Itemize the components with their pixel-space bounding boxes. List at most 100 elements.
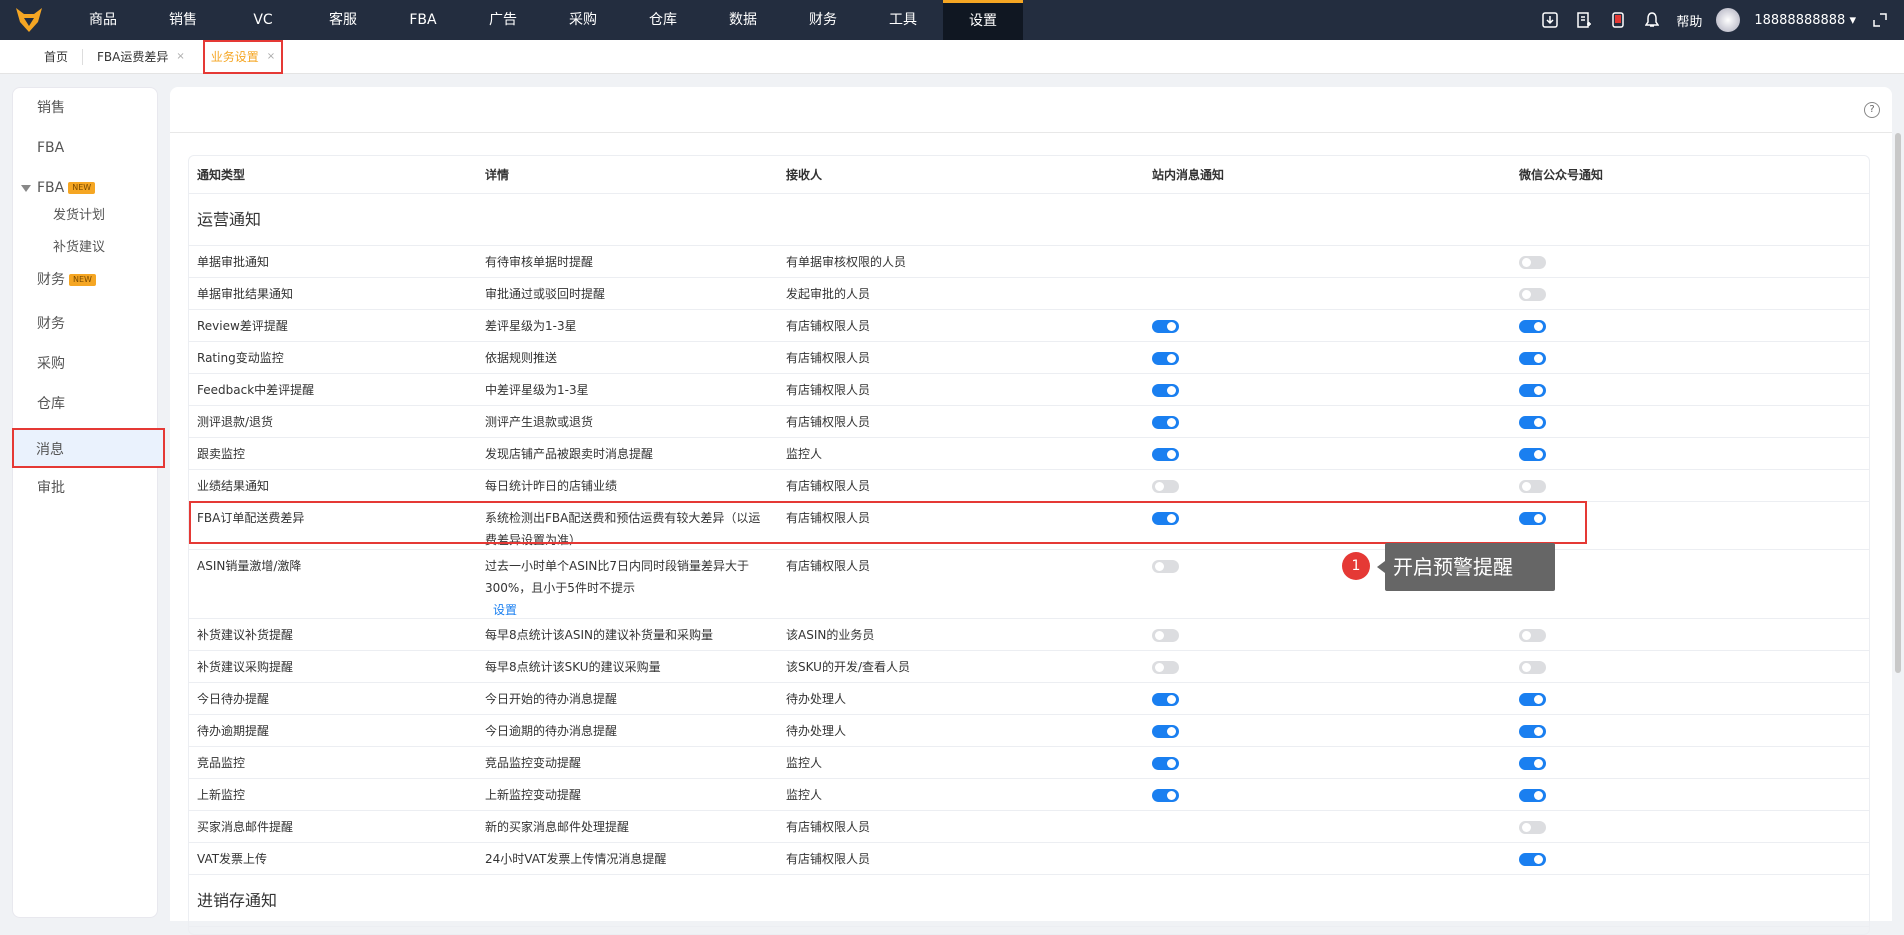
site-notification-toggle[interactable] (1152, 693, 1179, 706)
fox-logo-icon[interactable] (16, 8, 42, 32)
collapse-triangle-icon[interactable] (21, 185, 31, 192)
expand-icon[interactable] (1870, 10, 1890, 30)
detail-cell: 今日开始的待办消息提醒 (485, 688, 765, 710)
table-row: Feedback中差评提醒 中差评星级为1-3星 有店铺权限人员 (189, 374, 1869, 406)
site-notification-toggle[interactable] (1152, 320, 1179, 333)
main-menu: 商品 销售 VC 客服 FBA 广告 采购 仓库 数据 财务 工具 设置 (63, 0, 1023, 40)
detail-text: 今日开始的待办消息提醒 (485, 692, 618, 706)
site-notification-toggle[interactable] (1152, 560, 1179, 573)
table-row: 测评退款/退货 测评产生退款或退货 有店铺权限人员 (189, 406, 1869, 438)
nav-item[interactable]: 销售 (143, 0, 223, 40)
wechat-notification-toggle[interactable] (1519, 384, 1546, 397)
user-menu[interactable]: 18888888888 ▾ (1754, 13, 1856, 28)
site-notification-toggle[interactable] (1152, 512, 1179, 525)
sidebar-item[interactable]: 销售 (13, 88, 159, 128)
wechat-notification-toggle[interactable] (1519, 448, 1546, 461)
wechat-notification-toggle[interactable] (1519, 512, 1546, 525)
nav-item[interactable]: 设置 (943, 0, 1023, 40)
sidebar-item[interactable]: 财务 NEW (13, 264, 159, 296)
sidebar-item[interactable]: 采购 (13, 344, 159, 384)
close-icon[interactable]: × (176, 51, 184, 62)
wechat-notification-toggle[interactable] (1519, 789, 1546, 802)
scrollbar[interactable] (1895, 133, 1901, 673)
nav-item[interactable]: 采购 (543, 0, 623, 40)
wechat-notification-toggle[interactable] (1519, 661, 1546, 674)
help-icon[interactable]: ? (1864, 102, 1880, 118)
detail-cell: 每早8点统计该SKU的建议采购量 (485, 656, 765, 678)
wechat-notification-toggle[interactable] (1519, 821, 1546, 834)
wechat-notification-toggle[interactable] (1519, 416, 1546, 429)
detail-cell: 新的买家消息邮件处理提醒 (485, 816, 765, 838)
task-list-icon[interactable] (1574, 10, 1594, 30)
recipient: 有店铺权限人员 (786, 559, 871, 573)
detail-text: 新的买家消息邮件处理提醒 (485, 820, 630, 834)
tab-fba-freight-diff[interactable]: FBA运费差异 × (83, 44, 199, 70)
nav-item[interactable]: VC (223, 0, 303, 40)
recipient: 监控人 (786, 447, 823, 461)
detail-cell: 24小时VAT发票上传情况消息提醒 (485, 848, 765, 870)
wechat-notification-toggle[interactable] (1519, 288, 1546, 301)
nav-item[interactable]: 数据 (703, 0, 783, 40)
wechat-notification-toggle[interactable] (1519, 725, 1546, 738)
site-notification-toggle[interactable] (1152, 789, 1179, 802)
wechat-notification-toggle[interactable] (1519, 629, 1546, 642)
sidebar-item[interactable]: 财务 (13, 304, 159, 344)
nav-item[interactable]: 广告 (463, 0, 543, 40)
detail-cell: 发现店铺产品被跟卖时消息提醒 (485, 443, 765, 465)
site-notification-toggle[interactable] (1152, 757, 1179, 770)
site-notification-toggle[interactable] (1152, 661, 1179, 674)
settings-link[interactable]: 设置 (493, 599, 765, 621)
nav-item[interactable]: 工具 (863, 0, 943, 40)
site-notification-toggle[interactable] (1152, 384, 1179, 397)
download-icon[interactable] (1540, 10, 1560, 30)
sidebar-item[interactable]: 消息 (12, 428, 165, 468)
tab-home[interactable]: 首页 (30, 44, 82, 70)
settings-sidebar: 销售 FBA FBA NEW 发货计划 补货建议 财务 NEW 财务 采购 仓库 消息 审批 (12, 87, 165, 918)
site-notification-toggle[interactable] (1152, 725, 1179, 738)
nav-item[interactable]: 客服 (303, 0, 383, 40)
avatar[interactable] (1716, 8, 1741, 32)
sidebar-item[interactable]: 发货计划 (13, 200, 159, 232)
site-notification-toggle[interactable] (1152, 629, 1179, 642)
wechat-notification-toggle[interactable] (1519, 352, 1546, 365)
detail-text: 中差评星级为1-3星 (485, 383, 589, 397)
sidebar-item[interactable]: 仓库 (13, 384, 159, 424)
detail-cell: 上新监控变动提醒 (485, 784, 765, 806)
bell-icon[interactable] (1642, 10, 1662, 30)
wechat-notification-toggle[interactable] (1519, 480, 1546, 493)
sidebar-item[interactable]: FBA (13, 128, 159, 168)
detail-text: 每日统计昨日的店铺业绩 (485, 479, 618, 493)
wechat-notification-toggle[interactable] (1519, 693, 1546, 706)
nav-item[interactable]: 仓库 (623, 0, 703, 40)
sidebar-item[interactable]: 补货建议 (13, 232, 159, 264)
column-header: 站内消息通知 (1152, 168, 1225, 182)
close-icon[interactable]: × (267, 51, 275, 62)
mobile-icon[interactable] (1608, 10, 1628, 30)
notification-type: 竞品监控 (197, 756, 246, 770)
wechat-notification-toggle[interactable] (1519, 757, 1546, 770)
site-notification-toggle[interactable] (1152, 480, 1179, 493)
table-row: 上新监控 上新监控变动提醒 监控人 (189, 779, 1869, 811)
help-link[interactable]: 帮助 (1676, 11, 1702, 30)
nav-item[interactable]: 财务 (783, 0, 863, 40)
table-row: ASIN销量激增/激降 过去一小时单个ASIN比7日内同时段销量差异大于300%，… (189, 550, 1869, 621)
table-row: 单据审批通知 有待审核单据时提醒 有单据审核权限的人员 (189, 246, 1869, 278)
tab-label: FBA运费差异 (97, 50, 169, 64)
site-notification-toggle[interactable] (1152, 448, 1179, 461)
notification-type: 买家消息邮件提醒 (197, 820, 294, 834)
recipient: 待办处理人 (786, 692, 847, 706)
table-row: 跟卖监控 发现店铺产品被跟卖时消息提醒 监控人 (189, 438, 1869, 470)
sidebar-item-label: 仓库 (37, 396, 65, 412)
recipient: 有店铺权限人员 (786, 319, 871, 333)
sidebar-item[interactable]: 审批 (13, 468, 159, 508)
wechat-notification-toggle[interactable] (1519, 853, 1546, 866)
nav-item[interactable]: FBA (383, 0, 463, 40)
nav-item[interactable]: 商品 (63, 0, 143, 40)
tab-business-settings[interactable]: 业务设置 × (202, 39, 284, 74)
site-notification-toggle[interactable] (1152, 416, 1179, 429)
site-notification-toggle[interactable] (1152, 352, 1179, 365)
detail-text: 过去一小时单个ASIN比7日内同时段销量差异大于300%，且小于5件时不提示 (485, 559, 749, 595)
wechat-notification-toggle[interactable] (1519, 320, 1546, 333)
section-row: 运营通知 (189, 194, 1869, 246)
wechat-notification-toggle[interactable] (1519, 256, 1546, 269)
